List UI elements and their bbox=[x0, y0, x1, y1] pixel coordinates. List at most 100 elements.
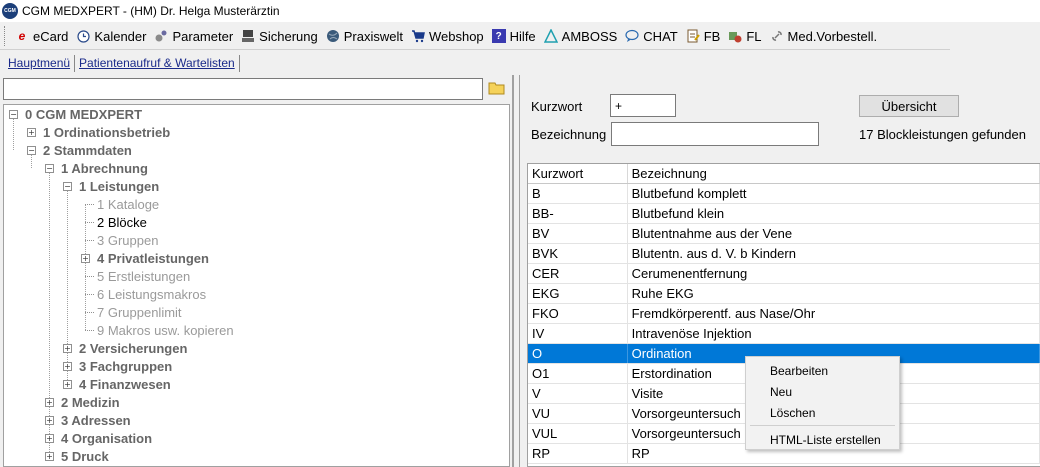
cell-kurzwort: V bbox=[528, 384, 628, 403]
toolbar-label: Praxiswelt bbox=[343, 28, 403, 44]
collapse-icon[interactable]: − bbox=[45, 163, 54, 173]
toolbar-button-praxiswelt[interactable]: Praxiswelt bbox=[322, 25, 407, 47]
tree-search-input[interactable] bbox=[3, 78, 483, 100]
toolbar-button-med-vorbestell[interactable]: Med.Vorbestell. bbox=[766, 25, 882, 47]
overview-button[interactable]: Übersicht bbox=[859, 95, 959, 117]
tree-node[interactable]: + 4 Finanzwesen bbox=[63, 375, 171, 393]
toolbar-button-hilfe[interactable]: ? Hilfe bbox=[488, 25, 540, 47]
table-row[interactable]: BV Blutentnahme aus der Vene bbox=[528, 224, 1040, 244]
tree-node[interactable]: − 1 Abrechnung bbox=[45, 159, 148, 177]
tree-node[interactable]: − 2 Stammdaten bbox=[27, 141, 132, 159]
tree-node[interactable]: 3 Gruppen bbox=[85, 231, 158, 249]
column-header-bezeichnung[interactable]: Bezeichnung bbox=[628, 164, 1040, 183]
expand-icon[interactable]: + bbox=[45, 433, 54, 443]
collapse-icon[interactable]: − bbox=[9, 109, 18, 119]
cell-kurzwort: BB- bbox=[528, 204, 628, 223]
tree-node-label: 3 Fachgruppen bbox=[79, 358, 173, 374]
expand-icon[interactable]: + bbox=[63, 379, 72, 389]
tab-patientenaufruf[interactable]: Patientenaufruf & Wartelisten bbox=[75, 55, 240, 72]
tree-node[interactable]: − 0 CGM MEDXPERT bbox=[9, 105, 142, 123]
toolbar-button-fb[interactable]: FB bbox=[682, 25, 725, 47]
expand-icon[interactable]: + bbox=[63, 343, 72, 353]
tree-connector bbox=[85, 239, 94, 241]
tree-node-label: 0 CGM MEDXPERT bbox=[25, 106, 143, 122]
tree-node-label: 6 Leistungsmakros bbox=[97, 286, 207, 302]
expand-icon[interactable]: + bbox=[27, 127, 36, 137]
expand-icon[interactable]: + bbox=[63, 361, 72, 371]
table-row[interactable]: IV Intravenöse Injektion bbox=[528, 324, 1040, 344]
menu-item-bearbeiten[interactable]: Bearbeiten bbox=[770, 364, 828, 378]
tree-node[interactable]: + 5 Druck bbox=[45, 447, 109, 465]
tree-node[interactable]: − 1 Leistungen bbox=[63, 177, 159, 195]
toolbar-button-sicherung[interactable]: Sicherung bbox=[237, 25, 322, 47]
parameter-icon bbox=[154, 29, 168, 43]
tree-node-label: 4 Privatleistungen bbox=[97, 250, 209, 266]
cell-kurzwort: CER bbox=[528, 264, 628, 283]
tree-node-selected[interactable]: 2 Blöcke bbox=[85, 213, 147, 231]
result-count: 17 Blockleistungen gefunden bbox=[859, 127, 1026, 142]
bezeichnung-label: Bezeichnung bbox=[531, 127, 607, 142]
tree-node[interactable]: 1 Kataloge bbox=[85, 195, 159, 213]
tree-node[interactable]: + 1 Ordinationsbetrieb bbox=[27, 123, 170, 141]
table-row[interactable]: BVK Blutentn. aus d. V. b Kindern bbox=[528, 244, 1040, 264]
tree-node-label: 2 Stammdaten bbox=[43, 142, 132, 158]
cell-kurzwort: IV bbox=[528, 324, 628, 343]
table-row[interactable]: FKO Fremdkörperentf. aus Nase/Ohr bbox=[528, 304, 1040, 324]
tree-node[interactable]: 6 Leistungsmakros bbox=[85, 285, 206, 303]
tree-node-label: 5 Druck bbox=[61, 448, 109, 464]
menu-item-neu[interactable]: Neu bbox=[770, 385, 792, 399]
tree-node[interactable]: + 2 Medizin bbox=[45, 393, 120, 411]
expand-icon[interactable]: + bbox=[45, 415, 54, 425]
toolbar-button-kalender[interactable]: Kalender bbox=[72, 25, 150, 47]
tree-node-label: 2 Medizin bbox=[61, 394, 120, 410]
toolbar-button-fl[interactable]: FL bbox=[724, 25, 765, 47]
tree-node[interactable]: + 3 Fachgruppen bbox=[63, 357, 172, 375]
tree-connector bbox=[85, 203, 94, 205]
toolbar-label: Parameter bbox=[172, 28, 234, 44]
toolbar-grip[interactable] bbox=[4, 26, 7, 46]
expand-icon[interactable]: + bbox=[81, 253, 90, 263]
amboss-icon bbox=[543, 29, 558, 43]
folder-icon[interactable] bbox=[488, 80, 506, 96]
bezeichnung-input[interactable] bbox=[611, 122, 819, 146]
cell-kurzwort: VUL bbox=[528, 424, 628, 443]
toolbar-button-parameter[interactable]: Parameter bbox=[150, 25, 237, 47]
tree-node[interactable]: + 4 Organisation bbox=[45, 429, 152, 447]
tree-node[interactable]: 9 Makros usw. kopieren bbox=[85, 321, 234, 339]
tree-node-label: 1 Leistungen bbox=[79, 178, 160, 194]
tree-node-label: 1 Abrechnung bbox=[61, 160, 148, 176]
title-bar: CGM CGM MEDXPERT - (HM) Dr. Helga Muster… bbox=[0, 0, 1040, 22]
tree-node[interactable]: + 3 Adressen bbox=[45, 411, 131, 429]
tab-bar: Hauptmenü Patientenaufruf & Wartelisten bbox=[0, 53, 1040, 72]
toolbar-button-webshop[interactable]: Webshop bbox=[407, 25, 488, 47]
chat-icon bbox=[625, 29, 639, 43]
table-row[interactable]: CER Cerumenentfernung bbox=[528, 264, 1040, 284]
tree-node-label: 1 Kataloge bbox=[97, 196, 160, 212]
tree-node[interactable]: 7 Gruppenlimit bbox=[85, 303, 182, 321]
collapse-icon[interactable]: − bbox=[63, 181, 72, 191]
table-row[interactable]: EKG Ruhe EKG bbox=[528, 284, 1040, 304]
column-header-kurzwort[interactable]: Kurzwort bbox=[528, 164, 628, 183]
cell-bezeichnung: Ruhe EKG bbox=[628, 284, 1040, 303]
table-row[interactable]: B Blutbefund komplett bbox=[528, 184, 1040, 204]
toolbar-label: AMBOSS bbox=[561, 28, 618, 44]
tree-node[interactable]: + 4 Privatleistungen bbox=[81, 249, 209, 267]
tree-connector bbox=[85, 293, 94, 295]
expand-icon[interactable]: + bbox=[45, 397, 54, 407]
toolbar-button-chat[interactable]: CHAT bbox=[621, 25, 681, 47]
toolbar-button-ecard[interactable]: e eCard bbox=[11, 25, 72, 47]
navigation-tree[interactable]: − 0 CGM MEDXPERT + 1 Ordinationsbetrieb … bbox=[3, 104, 510, 467]
table-row[interactable]: BB- Blutbefund klein bbox=[528, 204, 1040, 224]
menu-item-loeschen[interactable]: Löschen bbox=[770, 406, 815, 420]
toolbar-button-amboss[interactable]: AMBOSS bbox=[540, 25, 622, 47]
tree-node[interactable]: 5 Erstleistungen bbox=[85, 267, 190, 285]
tree-node-label: 7 Gruppenlimit bbox=[97, 304, 182, 320]
kurzwort-input[interactable] bbox=[610, 94, 676, 117]
expand-icon[interactable]: + bbox=[45, 451, 54, 461]
menu-item-html-liste-erstellen[interactable]: HTML-Liste erstellen bbox=[770, 433, 881, 447]
tab-hauptmenue[interactable]: Hauptmenü bbox=[4, 55, 76, 72]
collapse-icon[interactable]: − bbox=[27, 145, 36, 155]
tree-node[interactable]: + 2 Versicherungen bbox=[63, 339, 187, 357]
cell-kurzwort: O bbox=[528, 344, 628, 363]
tree-node-label: 4 Finanzwesen bbox=[79, 376, 171, 392]
